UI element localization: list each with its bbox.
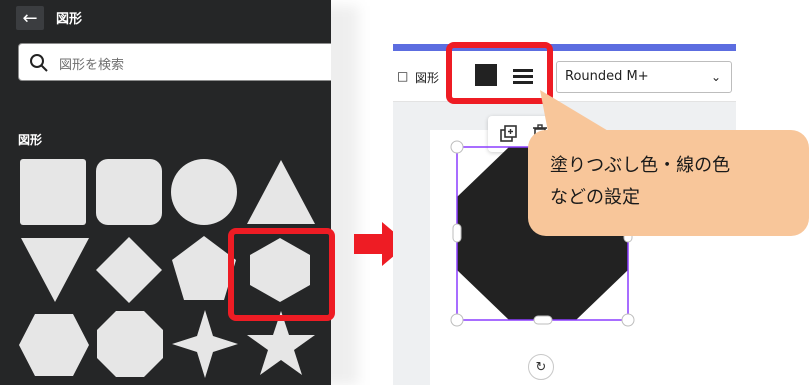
editor-top-accent	[393, 44, 736, 51]
inverted-triangle-shape[interactable]	[19, 236, 91, 304]
circle-shape[interactable]	[170, 158, 238, 226]
octagon-shape[interactable]	[96, 310, 164, 378]
search-field[interactable]: 図形を検索	[18, 43, 331, 81]
diamond-shape[interactable]	[95, 236, 163, 304]
shape-tool-icon: □	[397, 69, 409, 83]
shapes-panel: ← 図形 図形を検索 図形	[0, 0, 331, 385]
hexagon-flat-shape[interactable]	[17, 312, 91, 378]
rotate-icon[interactable]: ↻	[528, 354, 554, 380]
panel-title: 図形	[56, 12, 83, 27]
back-arrow-icon: ←	[22, 7, 38, 29]
callout-text: 塗りつぶし色・線の色 などの設定	[550, 150, 730, 214]
toolbar-shape-label: 図形	[415, 71, 440, 85]
hexagon-highlight-box	[228, 228, 335, 321]
search-icon	[30, 54, 48, 72]
callout-line1: 塗りつぶし色・線の色	[550, 155, 731, 176]
rounded-square-shape[interactable]	[95, 158, 163, 226]
section-title: 図形	[18, 133, 43, 147]
callout-line2: などの設定	[550, 187, 640, 208]
square-shape[interactable]	[19, 158, 87, 226]
search-placeholder: 図形を検索	[59, 58, 125, 73]
back-button[interactable]: ←	[16, 6, 44, 30]
triangle-shape[interactable]	[245, 158, 317, 226]
